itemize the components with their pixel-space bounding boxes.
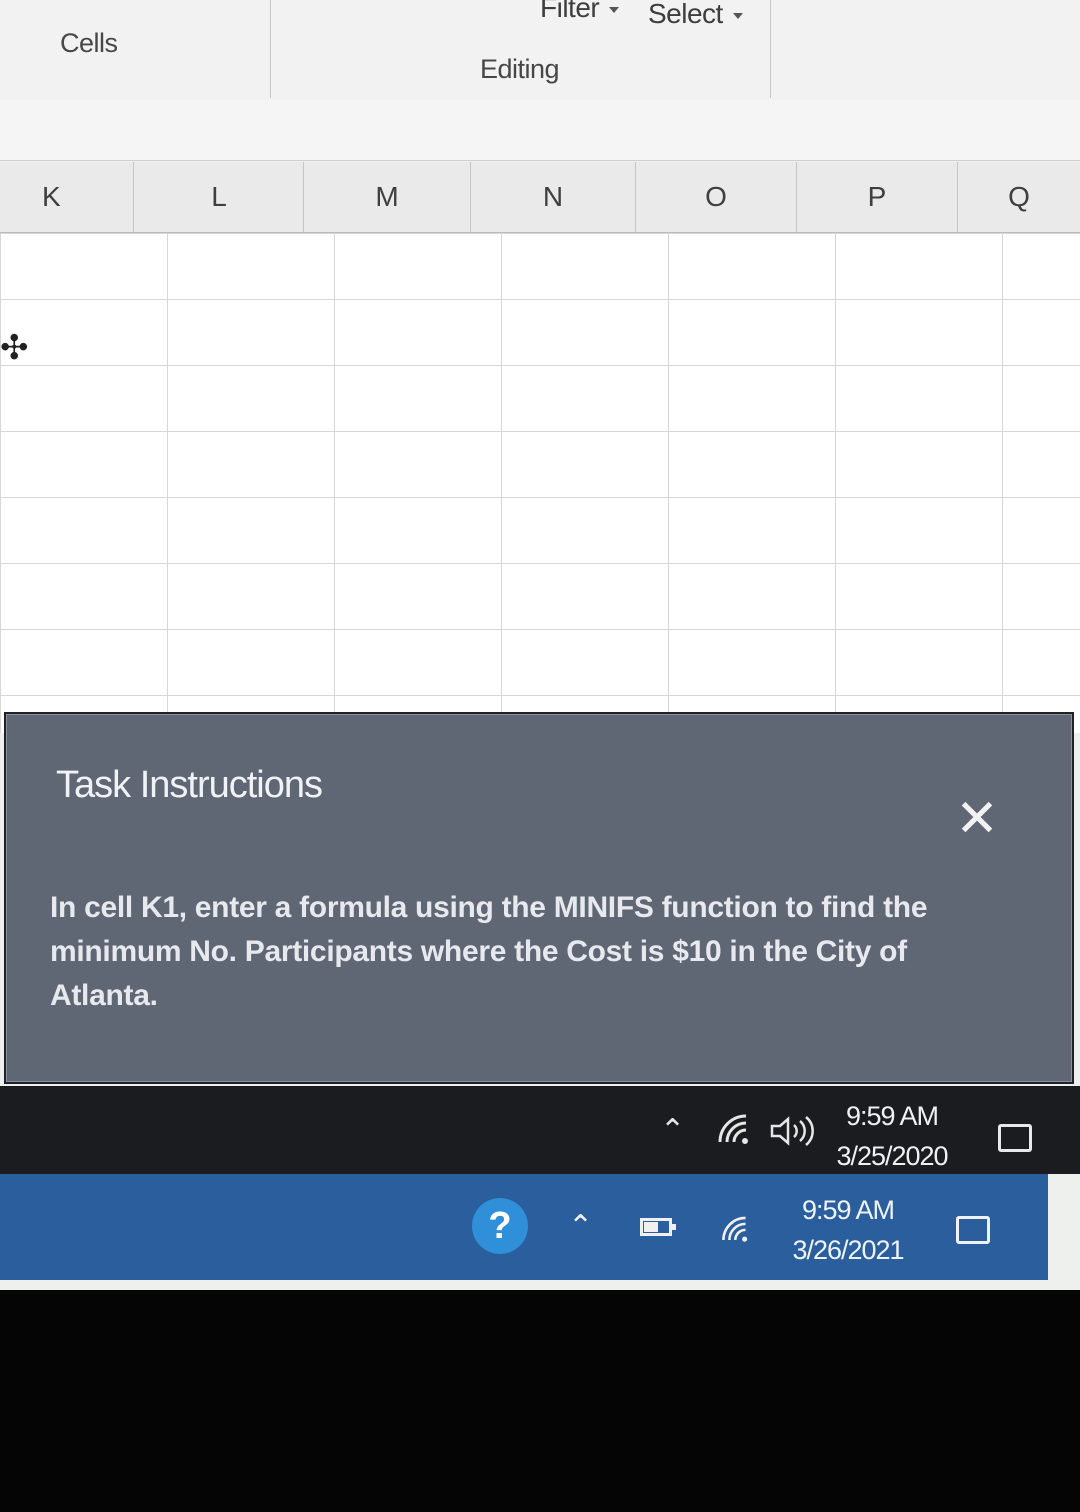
column-header-m[interactable]: M bbox=[304, 162, 471, 232]
inner-date: 3/25/2020 bbox=[836, 1141, 948, 1171]
outer-time: 9:59 AM bbox=[801, 1195, 895, 1225]
outer-clock[interactable]: 9:59 AM 3/26/2021 bbox=[778, 1190, 918, 1270]
plus-cursor-icon: ✣ bbox=[0, 329, 29, 367]
column-header-q[interactable]: Q bbox=[958, 162, 1080, 232]
cells-group-label: Cells bbox=[60, 28, 118, 58]
filter-label: Filter bbox=[540, 0, 600, 23]
help-icon[interactable]: ? bbox=[472, 1198, 528, 1254]
ribbon: Filter Select Cells Editing bbox=[0, 0, 1080, 101]
chevron-up-icon[interactable]: ⌃ bbox=[568, 1212, 593, 1242]
outer-taskbar: ? ⌃ 9:59 AM 3/26/2021 bbox=[0, 1174, 1048, 1280]
task-body: In cell K1, enter a formula using the MI… bbox=[50, 891, 928, 1012]
ribbon-divider bbox=[270, 0, 271, 98]
column-header-l[interactable]: L bbox=[135, 162, 304, 232]
column-headers: K L M N O P Q bbox=[0, 162, 1080, 233]
volume-icon[interactable] bbox=[770, 1116, 814, 1146]
select-button[interactable]: Select bbox=[648, 0, 743, 30]
task-instructions-panel: Task Instructions ✕ In cell K1, enter a … bbox=[4, 712, 1074, 1084]
wifi-icon[interactable] bbox=[720, 1214, 754, 1244]
notification-icon[interactable] bbox=[998, 1124, 1032, 1152]
filter-button[interactable]: Filter bbox=[540, 0, 620, 24]
editing-group-label: Editing bbox=[480, 54, 560, 84]
notification-icon[interactable] bbox=[956, 1216, 990, 1244]
formula-bar-area bbox=[0, 100, 1080, 161]
select-label: Select bbox=[648, 0, 723, 29]
inner-clock[interactable]: 9:59 AM 3/25/2020 bbox=[822, 1096, 962, 1176]
worksheet-grid[interactable] bbox=[0, 233, 1080, 733]
chevron-down-icon bbox=[609, 6, 620, 13]
column-header-k[interactable]: K bbox=[0, 162, 134, 232]
battery-icon[interactable] bbox=[640, 1218, 676, 1236]
close-icon[interactable]: ✕ bbox=[952, 793, 1002, 845]
inner-taskbar: ⌃ 9:59 AM 3/25/2020 bbox=[0, 1086, 1080, 1174]
ribbon-divider bbox=[770, 0, 771, 98]
chevron-down-icon bbox=[732, 12, 743, 19]
inner-screen: Filter Select Cells Editing K L M N O P … bbox=[0, 0, 1080, 1290]
column-header-n[interactable]: N bbox=[471, 162, 636, 232]
outer-date: 3/26/2021 bbox=[792, 1235, 904, 1265]
inner-time: 9:59 AM bbox=[845, 1101, 939, 1131]
battery-level bbox=[644, 1222, 658, 1232]
column-header-p[interactable]: P bbox=[797, 162, 958, 232]
chevron-up-icon[interactable]: ⌃ bbox=[660, 1116, 685, 1146]
wifi-icon[interactable] bbox=[716, 1112, 756, 1146]
task-title: Task Instructions bbox=[56, 764, 323, 806]
column-header-o[interactable]: O bbox=[636, 162, 797, 232]
